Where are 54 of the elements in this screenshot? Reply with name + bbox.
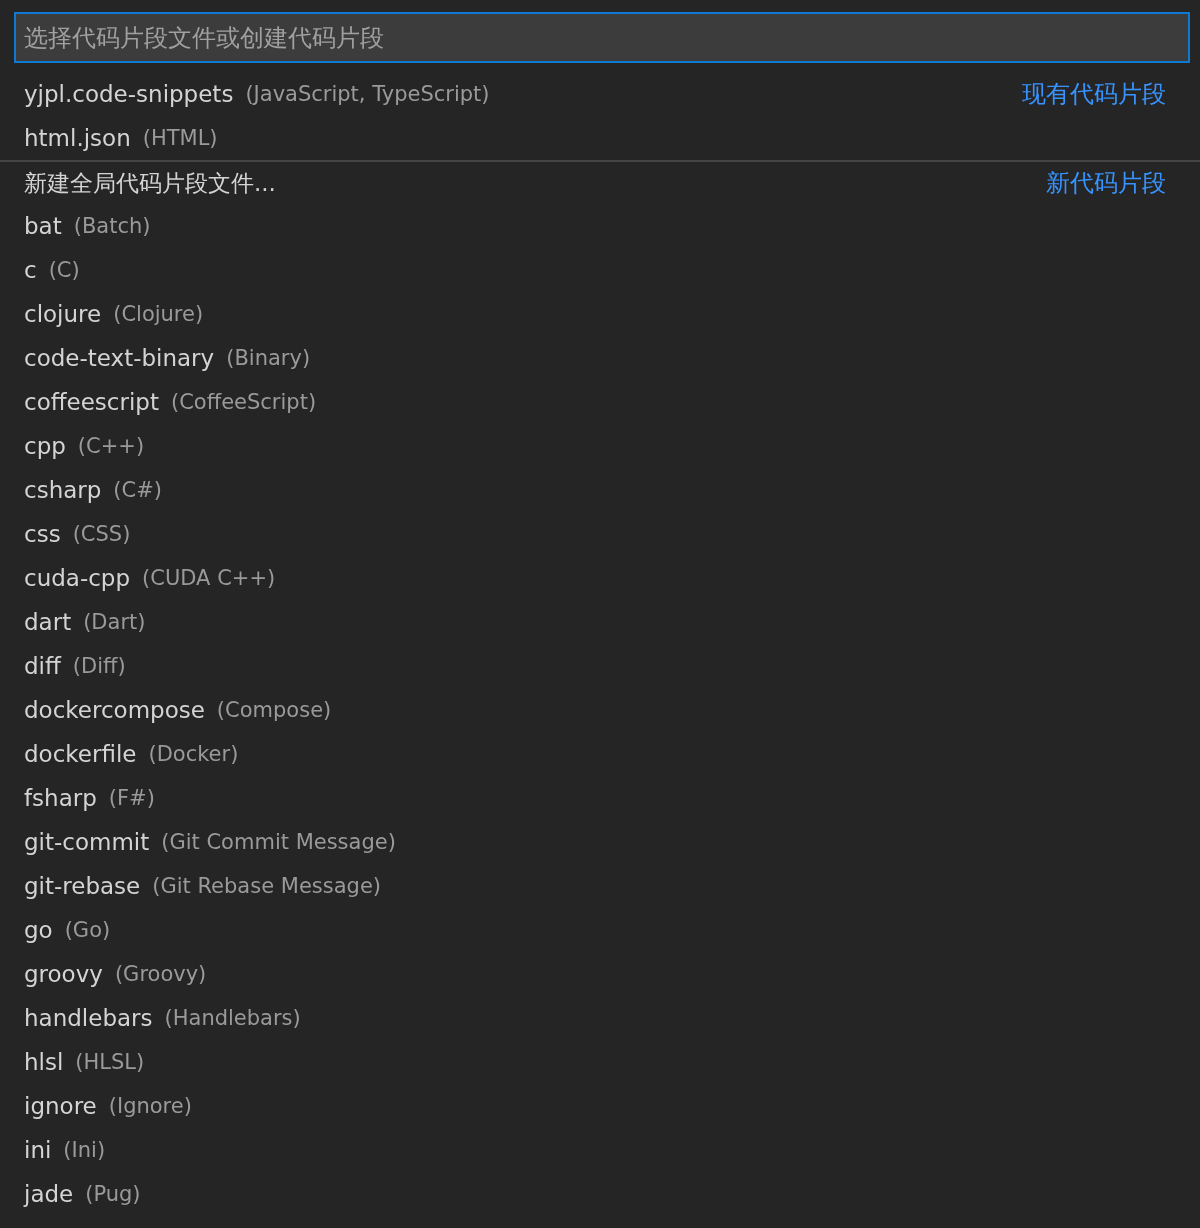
snippet-item[interactable]: git-commit: [24, 829, 150, 855]
language-label: (Diff): [72, 654, 126, 678]
language-label: (Docker): [148, 742, 239, 766]
snippet-item[interactable]: 新建全局代码片段文件...: [24, 167, 276, 199]
language-label: (CoffeeScript): [170, 390, 317, 414]
language-label: (Ignore): [108, 1094, 192, 1118]
language-label: (C#): [113, 478, 162, 502]
snippet-item[interactable]: cpp: [24, 433, 66, 459]
snippet-item[interactable]: yjpl.code-snippets: [24, 81, 234, 107]
snippet-item[interactable]: code-text-binary: [24, 345, 215, 371]
language-label: (Git Rebase Message): [152, 874, 381, 898]
language-label: (JavaScript, TypeScript): [245, 82, 490, 106]
snippet-item[interactable]: diff: [24, 653, 61, 679]
snippet-item[interactable]: dart: [24, 609, 72, 635]
language-label: (HTML): [142, 126, 218, 150]
snippet-item[interactable]: c: [24, 257, 37, 283]
snippet-item[interactable]: ignore: [24, 1093, 97, 1119]
language-label: (Batch): [73, 214, 151, 238]
snippet-item[interactable]: html.json: [24, 125, 131, 151]
snippet-item[interactable]: bat: [24, 213, 62, 239]
language-label: (Dart): [83, 610, 146, 634]
snippet-item[interactable]: handlebars: [24, 1005, 153, 1031]
language-label: (Groovy): [114, 962, 207, 986]
snippet-item[interactable]: go: [24, 917, 53, 943]
language-label: (HLSL): [75, 1050, 145, 1074]
snippet-item[interactable]: css: [24, 521, 61, 547]
snippet-item[interactable]: jade: [24, 1181, 74, 1207]
snippet-item[interactable]: dockercompose: [24, 697, 205, 723]
language-label: (Pug): [85, 1182, 141, 1206]
language-label: (C++): [77, 434, 145, 458]
snippet-item[interactable]: csharp: [24, 477, 102, 503]
snippet-item[interactable]: clojure: [24, 301, 102, 327]
snippet-item[interactable]: ini: [24, 1137, 52, 1163]
snippet-item[interactable]: fsharp: [24, 785, 97, 811]
group-label: 现有代码片段: [1022, 79, 1166, 110]
language-label: (F#): [108, 786, 155, 810]
snippet-item[interactable]: hlsl: [24, 1049, 64, 1075]
snippet-item[interactable]: cuda-cpp: [24, 565, 131, 591]
language-label: (Ini): [63, 1138, 106, 1162]
language-label: (Compose): [216, 698, 332, 722]
language-label: (CUDA C++): [142, 566, 276, 590]
search-field[interactable]: 选择代码片段文件或创建代码片段: [14, 12, 1190, 63]
snippet-item[interactable]: dockerfile: [24, 741, 137, 767]
language-label: (Clojure): [113, 302, 204, 326]
group-label: 新代码片段: [1046, 168, 1166, 199]
language-label: (Git Commit Message): [161, 830, 396, 854]
language-label: (CSS): [72, 522, 131, 546]
snippet-item[interactable]: git-rebase: [24, 873, 141, 899]
snippet-item[interactable]: coffeescript: [24, 389, 159, 415]
snippet-item[interactable]: groovy: [24, 961, 103, 987]
language-label: (Handlebars): [164, 1006, 301, 1030]
language-label: (Binary): [226, 346, 311, 370]
language-label: (C): [48, 258, 80, 282]
language-label: (Go): [64, 918, 111, 942]
